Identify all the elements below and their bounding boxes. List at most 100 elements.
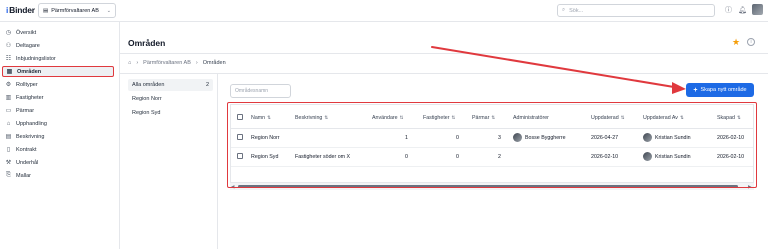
column-header-properties[interactable]: Fastigheter ⇅: [423, 115, 455, 121]
sort-icon: ⇅: [736, 115, 741, 120]
avatar: [643, 133, 652, 142]
building-icon: ▥: [5, 95, 12, 101]
sidebar-item-fastigheter[interactable]: ▥ Fastigheter: [2, 92, 114, 103]
column-header-users[interactable]: Användare ⇅: [372, 115, 403, 121]
table-row[interactable]: Region Norr 1 0 3 Bosse Byggherre 2026-0…: [231, 129, 753, 148]
filter-all-areas[interactable]: Alla områden 2: [128, 79, 213, 91]
sidebar-item-upphandling[interactable]: ⌂ Upphandling: [2, 118, 114, 129]
sidebar-item-label: Kontrakt: [16, 146, 37, 153]
column-header-name[interactable]: Namn ⇅: [251, 115, 271, 121]
sort-icon: ⇅: [451, 115, 456, 120]
column-header-created[interactable]: Skapad ⇅: [717, 115, 741, 121]
logo-mark: i: [6, 5, 9, 15]
breadcrumb-separator-icon: ›: [195, 60, 198, 66]
column-label: Uppdaterad: [591, 115, 619, 121]
cell-properties: 0: [456, 135, 459, 141]
sidebar-item-inbjudningslistor[interactable]: ☷ Inbjudningslistor: [2, 53, 114, 64]
area-filter-list: Alla områden 2 Region Norr Region Syd: [125, 78, 213, 249]
map-icon: ▦: [6, 69, 13, 75]
list-icon: ☷: [5, 56, 12, 62]
row-checkbox[interactable]: [237, 153, 243, 159]
areas-table: Namn ⇅ Beskrivning ⇅ Användare ⇅ Fastighete…: [230, 104, 754, 183]
column-header-updated[interactable]: Uppdaterad ⇅: [591, 115, 624, 121]
logo[interactable]: i Binder: [6, 5, 35, 15]
cell-created: 2026-02-10: [717, 135, 745, 141]
sort-icon: ⇅: [620, 115, 625, 120]
filter-region-syd[interactable]: Region Syd: [128, 107, 213, 119]
divider: [120, 53, 768, 54]
home-icon[interactable]: ⌂: [128, 60, 131, 66]
column-label: Namn: [251, 115, 266, 121]
avatar: [513, 133, 522, 142]
sidebar-item-oversikt[interactable]: ◷ Översikt: [2, 27, 114, 38]
breadcrumb: ⌂ › Pärmförvaltaren AB › Områden: [128, 60, 226, 66]
scrollbar-thumb[interactable]: [238, 185, 738, 188]
column-header-binders[interactable]: Pärmar ⇅: [472, 115, 495, 121]
plus-icon: +: [693, 86, 698, 94]
clock-icon: ◷: [5, 30, 12, 36]
create-area-button[interactable]: + Skapa nytt område: [686, 83, 754, 97]
users-icon: ⚇: [5, 43, 12, 49]
table-row[interactable]: Region Syd Fastigheter söder om X 0 0 2 …: [231, 148, 753, 167]
column-header-updated-by[interactable]: Uppdaterad Av ⇅: [643, 115, 684, 121]
bell-icon[interactable]: 🔔︎: [738, 6, 747, 15]
page-title: Områden: [128, 38, 166, 48]
sidebar-item-beskrivning[interactable]: ▤ Beskrivning: [2, 131, 114, 142]
cell-created: 2026-02-10: [717, 154, 745, 160]
sidebar-item-label: Översikt: [16, 29, 37, 36]
search-icon: ⌕: [562, 7, 566, 13]
sidebar-item-label: Inbjudningslistor: [16, 55, 56, 62]
scroll-right-icon[interactable]: ▶: [748, 183, 751, 190]
sidebar-item-deltagare[interactable]: ⚇ Deltagare: [2, 40, 114, 51]
avatar: [643, 152, 652, 161]
cell-binders: 3: [498, 135, 501, 141]
column-header-description[interactable]: Beskrivning ⇅: [295, 115, 328, 121]
global-search-placeholder: Sök...: [569, 7, 584, 14]
filter-label: Alla områden: [132, 82, 165, 88]
cell-updated: 2026-02-10: [591, 154, 619, 160]
arrow-head: [672, 82, 686, 94]
cell-name[interactable]: Region Norr: [251, 135, 280, 141]
select-all-checkbox[interactable]: [237, 114, 243, 120]
organization-selector[interactable]: ▤ Pärmförvaltaren AB ⌄: [38, 3, 116, 18]
updated-by-name: Kristian Sundin: [655, 153, 691, 160]
template-icon: ⎘: [6, 172, 11, 178]
maintenance-icon: ⚒: [5, 160, 12, 166]
cell-updated-by: Kristian Sundin: [643, 133, 691, 142]
user-avatar[interactable]: [752, 4, 763, 15]
column-label: Skapad: [717, 115, 735, 121]
column-label: Fastigheter: [423, 115, 450, 121]
sidebar-item-omraden[interactable]: ▦ Områden: [2, 66, 114, 77]
binder-icon: ▭: [5, 108, 12, 114]
sidebar-item-underhal[interactable]: ⚒ Underhål: [2, 157, 114, 168]
star-icon[interactable]: ★: [732, 37, 740, 48]
horizontal-scrollbar[interactable]: ◀ ▶: [230, 183, 754, 190]
procurement-icon: ⌂: [6, 120, 11, 127]
cell-name[interactable]: Region Syd: [251, 154, 278, 160]
sidebar-item-label: Rolltyper: [16, 81, 38, 88]
help-icon[interactable]: ⓘ: [724, 6, 733, 15]
sidebar-item-rolltyper[interactable]: ⚙ Rolltyper: [2, 79, 114, 90]
sidebar-item-label: Upphandling: [16, 120, 47, 127]
sidebar-item-label: Områden: [17, 68, 42, 75]
column-label: Pärmar: [472, 115, 490, 121]
cell-users: 0: [405, 154, 408, 160]
column-header-administrators[interactable]: Administratörer: [513, 115, 549, 121]
global-search-input[interactable]: ⌕ Sök...: [557, 4, 715, 17]
filter-region-norr[interactable]: Region Norr: [128, 93, 213, 105]
panel-divider: [217, 74, 218, 249]
info-icon[interactable]: i: [747, 38, 755, 46]
area-name-search-input[interactable]: Områdesnamn: [230, 84, 291, 98]
column-label: Uppdaterad Av: [643, 115, 678, 121]
breadcrumb-org[interactable]: Pärmförvaltaren AB: [143, 60, 191, 66]
sidebar-item-mallar[interactable]: ⎘ Mallar: [2, 170, 114, 181]
sort-icon: ⇅: [267, 115, 271, 120]
contract-icon: ▯: [6, 147, 11, 153]
breadcrumb-separator-icon: ›: [136, 60, 139, 66]
cell-updated-by: Kristian Sundin: [643, 152, 691, 161]
sidebar-item-kontrakt[interactable]: ▯ Kontrakt: [2, 144, 114, 155]
row-checkbox[interactable]: [237, 134, 243, 140]
sidebar-item-parmar[interactable]: ▭ Pärmar: [2, 105, 114, 116]
scroll-left-icon[interactable]: ◀: [231, 183, 234, 190]
filter-label: Region Syd: [132, 110, 161, 116]
